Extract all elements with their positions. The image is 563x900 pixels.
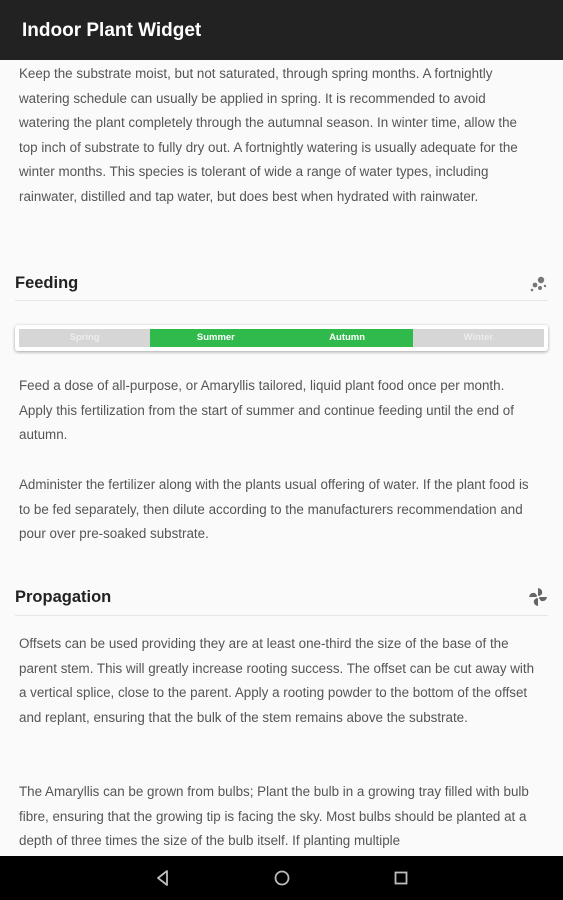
season-winter: Winter bbox=[412, 329, 544, 347]
app-title: Indoor Plant Widget bbox=[22, 20, 202, 41]
propagation-text-2: The Amaryllis can be grown from bulbs; P… bbox=[19, 784, 529, 849]
pinwheel-icon bbox=[527, 586, 549, 608]
propagation-divider bbox=[15, 615, 548, 616]
season-summer: Summer bbox=[150, 329, 282, 347]
feeding-season-card: Spring Summer Autumn Winter bbox=[15, 325, 548, 351]
feeding-season-bar: Spring Summer Autumn Winter bbox=[19, 329, 544, 347]
season-spring: Spring bbox=[19, 329, 151, 347]
feeding-text-2: Administer the fertilizer along with the… bbox=[19, 477, 529, 542]
season-autumn: Autumn bbox=[281, 329, 413, 347]
home-icon[interactable] bbox=[272, 868, 292, 888]
feeding-divider bbox=[15, 300, 548, 301]
fertilizer-icon bbox=[528, 274, 548, 294]
feeding-title: Feeding bbox=[15, 274, 79, 292]
watering-text: Keep the substrate moist, but not satura… bbox=[19, 66, 518, 204]
system-nav-bar bbox=[0, 856, 563, 900]
feeding-text-1: Feed a dose of all-purpose, or Amaryllis… bbox=[19, 378, 514, 443]
plant-care-content[interactable]: Keep the substrate moist, but not satura… bbox=[0, 60, 563, 856]
app-bar: Indoor Plant Widget bbox=[0, 0, 563, 60]
propagation-title: Propagation bbox=[15, 588, 112, 606]
back-icon[interactable] bbox=[153, 868, 173, 888]
recents-icon[interactable] bbox=[391, 868, 411, 888]
propagation-text-1: Offsets can be used providing they are a… bbox=[19, 636, 535, 725]
